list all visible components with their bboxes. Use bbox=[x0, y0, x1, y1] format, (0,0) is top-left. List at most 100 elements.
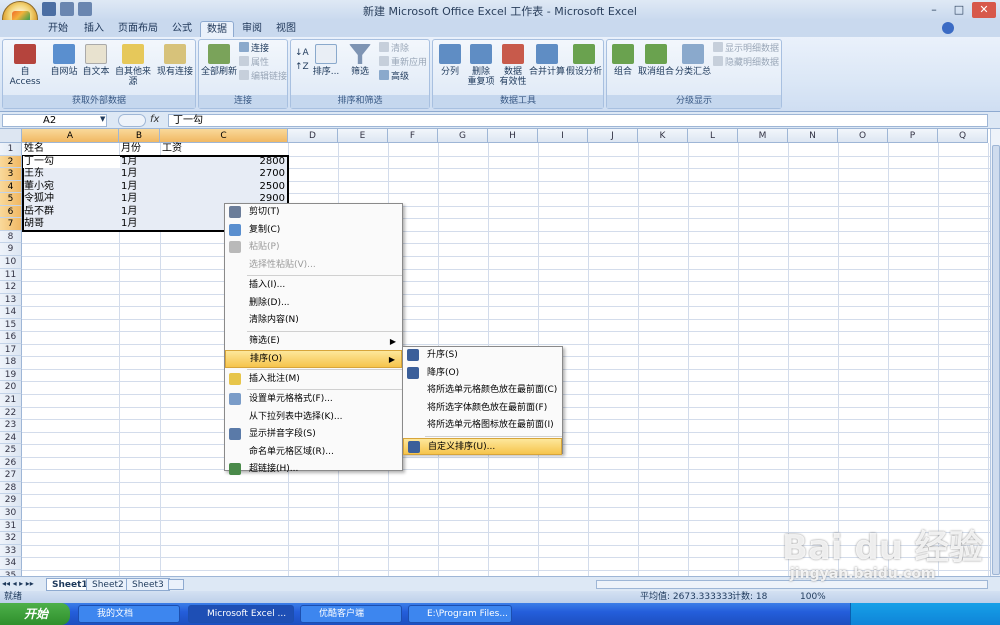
menu-item[interactable]: 将所选单元格图标放在最前面(I) bbox=[403, 417, 562, 435]
taskbar-item-youku[interactable]: 优酷客户端 bbox=[300, 605, 402, 623]
cell[interactable]: 王东 bbox=[22, 168, 119, 180]
menu-item[interactable]: 粘贴(P) bbox=[225, 239, 402, 257]
show-detail-button[interactable]: 显示明细数据 bbox=[713, 42, 779, 56]
edit-links-button[interactable]: 编辑链接 bbox=[239, 70, 287, 84]
column-header[interactable]: D bbox=[288, 129, 338, 143]
start-button[interactable]: 开始 bbox=[0, 603, 70, 625]
name-box[interactable]: A2 bbox=[2, 114, 107, 127]
row-header[interactable]: 7 bbox=[0, 218, 22, 231]
menu-item[interactable]: 插入(I)... bbox=[225, 277, 402, 295]
tab-home[interactable]: 开始 bbox=[40, 21, 76, 37]
close-button[interactable]: ✕ bbox=[972, 2, 996, 18]
row-header[interactable]: 18 bbox=[0, 356, 22, 369]
maximize-button[interactable]: □ bbox=[947, 2, 971, 18]
row-header[interactable]: 22 bbox=[0, 406, 22, 420]
row-header[interactable]: 34 bbox=[0, 557, 22, 570]
row-header[interactable]: 30 bbox=[0, 506, 22, 520]
help-icon[interactable] bbox=[942, 22, 954, 34]
menu-item[interactable]: 插入批注(M) bbox=[225, 371, 402, 389]
row-header[interactable]: 33 bbox=[0, 544, 22, 558]
row-header[interactable]: 27 bbox=[0, 469, 22, 482]
row-header[interactable]: 17 bbox=[0, 343, 22, 357]
row-header[interactable]: 6 bbox=[0, 205, 22, 219]
column-header[interactable]: A bbox=[22, 129, 119, 143]
tab-insert[interactable]: 插入 bbox=[78, 21, 110, 37]
row-header[interactable]: 21 bbox=[0, 394, 22, 407]
cell[interactable]: 1月 bbox=[119, 181, 160, 193]
advanced-filter-button[interactable]: 高级 bbox=[379, 70, 409, 84]
remove-duplicates-button[interactable]: 删除 重复项 bbox=[465, 44, 497, 87]
row-header[interactable]: 28 bbox=[0, 481, 22, 495]
insert-function-icon[interactable]: fx bbox=[150, 114, 164, 127]
sort-asc-desc-icon[interactable]: ↓A ↑Z bbox=[295, 46, 309, 76]
menu-item[interactable]: 筛选(E) ▶ bbox=[225, 333, 402, 351]
cell[interactable]: 工资 bbox=[160, 143, 288, 155]
row-header[interactable]: 11 bbox=[0, 268, 22, 282]
cell[interactable]: 2500 bbox=[160, 181, 288, 193]
scroll-thumb[interactable] bbox=[992, 145, 1000, 575]
menu-item[interactable]: 命名单元格区域(R)... bbox=[225, 444, 402, 462]
filter-button[interactable]: 筛选 bbox=[345, 44, 375, 77]
data-validation-button[interactable]: 数据 有效性 bbox=[497, 44, 529, 87]
consolidate-button[interactable]: 合并计算 bbox=[529, 44, 565, 77]
row-header[interactable]: 32 bbox=[0, 532, 22, 545]
row-header[interactable]: 12 bbox=[0, 281, 22, 294]
menu-item[interactable]: 将所选字体颜色放在最前面(F) bbox=[403, 400, 562, 418]
cell[interactable]: 董小宛 bbox=[22, 181, 119, 193]
row-header[interactable]: 29 bbox=[0, 494, 22, 507]
ungroup-button[interactable]: 取消组合 bbox=[637, 44, 675, 77]
group-button[interactable]: 组合 bbox=[609, 44, 637, 77]
row-header[interactable]: 4 bbox=[0, 180, 22, 194]
column-header[interactable]: E bbox=[338, 129, 388, 143]
cell[interactable]: 月份 bbox=[119, 143, 160, 155]
row-header[interactable]: 25 bbox=[0, 444, 22, 457]
taskbar-item-excel[interactable]: Microsoft Excel ... bbox=[188, 605, 294, 623]
row-header[interactable]: 24 bbox=[0, 431, 22, 445]
column-header[interactable]: B bbox=[119, 129, 160, 143]
row-header[interactable]: 14 bbox=[0, 306, 22, 319]
row-header[interactable]: 31 bbox=[0, 519, 22, 533]
formula-buttons[interactable] bbox=[118, 114, 146, 127]
name-box-dropdown-icon[interactable]: ▼ bbox=[100, 115, 105, 123]
row-header[interactable]: 23 bbox=[0, 419, 22, 432]
cell[interactable]: 令狐冲 bbox=[22, 193, 119, 205]
cell[interactable]: 1月 bbox=[119, 218, 160, 230]
tab-data[interactable]: 数据 bbox=[200, 21, 234, 37]
cell[interactable]: 1月 bbox=[119, 156, 160, 168]
from-web-button[interactable]: 自网站 bbox=[47, 44, 81, 77]
menu-item[interactable]: 降序(O) bbox=[403, 365, 562, 383]
row-header[interactable]: 13 bbox=[0, 293, 22, 307]
redo-icon[interactable] bbox=[78, 2, 92, 16]
new-sheet-icon[interactable] bbox=[168, 579, 184, 590]
row-header[interactable]: 1 bbox=[0, 143, 22, 156]
menu-item[interactable]: 删除(D)... bbox=[225, 295, 402, 313]
row-header[interactable]: 15 bbox=[0, 318, 22, 332]
tab-view[interactable]: 视图 bbox=[270, 21, 302, 37]
subtotal-button[interactable]: 分类汇总 bbox=[675, 44, 711, 77]
menu-item[interactable]: 排序(O) ▶ bbox=[225, 350, 402, 368]
text-to-columns-button[interactable]: 分列 bbox=[435, 44, 465, 77]
undo-icon[interactable] bbox=[60, 2, 74, 16]
column-header[interactable]: M bbox=[738, 129, 788, 143]
vertical-scrollbar[interactable] bbox=[990, 129, 1000, 591]
column-header[interactable]: C bbox=[160, 129, 288, 143]
column-header[interactable]: G bbox=[438, 129, 488, 143]
menu-item[interactable]: 将所选单元格颜色放在最前面(C) bbox=[403, 382, 562, 400]
row-header[interactable]: 9 bbox=[0, 243, 22, 256]
zoom-level[interactable]: 100% bbox=[800, 591, 826, 603]
sheet-nav-icon[interactable]: ◂◂ ◂ ▸ ▸▸ bbox=[2, 579, 34, 588]
menu-item[interactable]: 清除内容(N) bbox=[225, 312, 402, 330]
column-header[interactable]: P bbox=[888, 129, 938, 143]
clear-filter-button[interactable]: 清除 bbox=[379, 42, 409, 56]
select-all-corner[interactable] bbox=[0, 129, 22, 143]
cell[interactable]: 1月 bbox=[119, 193, 160, 205]
column-header[interactable]: K bbox=[638, 129, 688, 143]
column-header[interactable]: J bbox=[588, 129, 638, 143]
from-text-button[interactable]: 自文本 bbox=[81, 44, 111, 77]
row-header[interactable]: 16 bbox=[0, 331, 22, 344]
column-header[interactable]: I bbox=[538, 129, 588, 143]
menu-item[interactable]: 超链接(H)... bbox=[225, 461, 402, 479]
row-header[interactable]: 20 bbox=[0, 381, 22, 395]
what-if-analysis-button[interactable]: 假设分析 bbox=[565, 44, 603, 77]
taskbar-item-documents[interactable]: 我的文档 bbox=[78, 605, 180, 623]
